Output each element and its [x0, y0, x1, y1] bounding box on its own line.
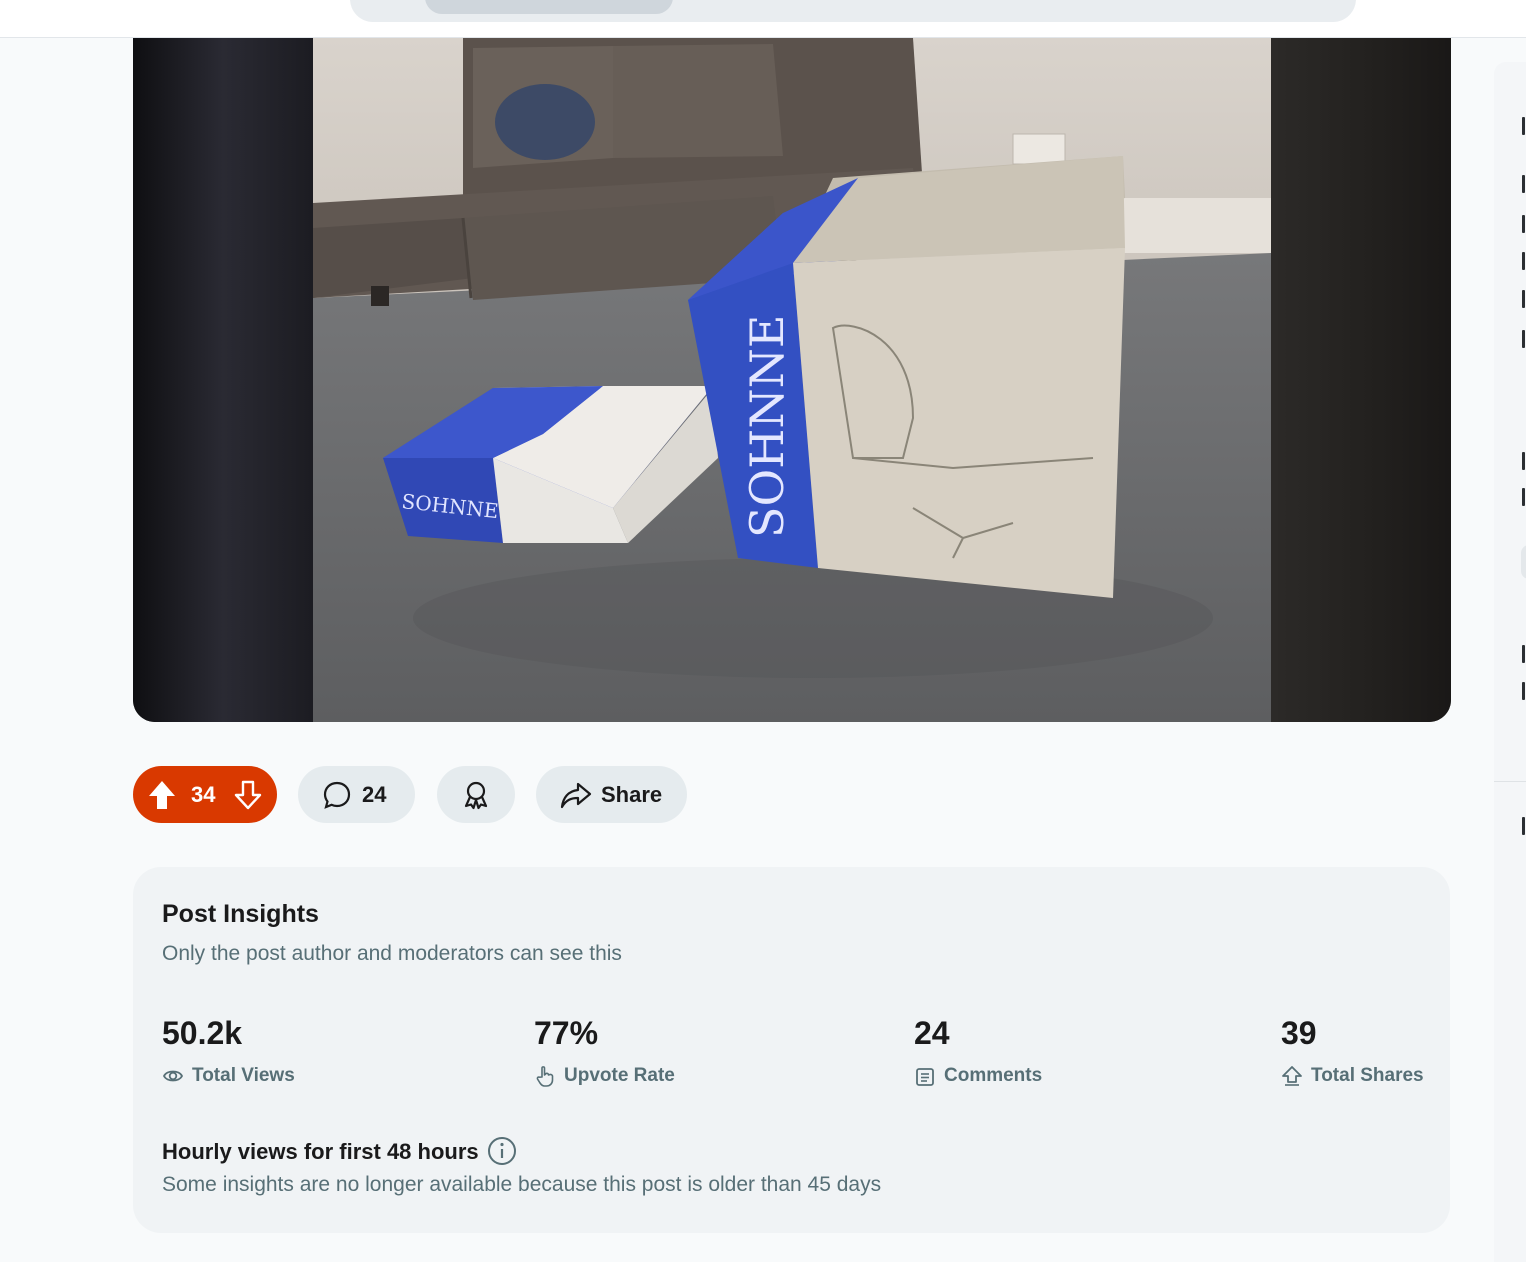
hourly-views-title: Hourly views for first 48 hours — [162, 1139, 479, 1164]
award-button[interactable] — [437, 766, 515, 823]
stat-label: Comments — [944, 1065, 1043, 1086]
comments-icon — [916, 1068, 934, 1086]
vote-count: 34 — [191, 782, 216, 807]
stat-total-shares: 39 Total Shares — [1281, 1015, 1424, 1086]
stat-value: 24 — [914, 1015, 950, 1051]
stat-label: Total Shares — [1311, 1065, 1424, 1086]
downvote-icon[interactable] — [233, 780, 263, 810]
sidebar-text-fragment — [1522, 817, 1525, 835]
share-label: Share — [601, 782, 663, 807]
sidebar-text-fragment — [1522, 488, 1525, 506]
stat-label: Upvote Rate — [564, 1065, 675, 1086]
sidebar-text-fragment — [1522, 215, 1525, 233]
sidebar-button-fragment[interactable] — [1521, 545, 1526, 579]
stat-upvote-rate: 77% Upvote Rate — [534, 1015, 675, 1087]
share-button[interactable]: Share — [536, 766, 687, 823]
post-image: SOHNNE SOHNNE — [313, 38, 1271, 722]
share-up-icon — [1282, 1066, 1302, 1086]
eye-icon — [162, 1070, 184, 1082]
sidebar-text-fragment — [1522, 117, 1525, 135]
sidebar-text-fragment — [1522, 175, 1525, 193]
stat-label: Total Views — [192, 1065, 295, 1086]
post-insights-panel: Post Insights Only the post author and m… — [133, 867, 1450, 1233]
info-icon[interactable] — [487, 1136, 517, 1166]
comment-count: 24 — [362, 782, 387, 807]
share-arrow-icon — [560, 782, 592, 809]
sidebar-text-fragment — [1522, 682, 1525, 700]
insights-subtitle: Only the post author and moderators can … — [162, 942, 622, 965]
stat-comments: 24 Comments — [914, 1015, 1042, 1086]
sidebar-text-fragment — [1522, 252, 1525, 270]
sidebar-text-fragment — [1522, 452, 1525, 470]
stat-value: 77% — [534, 1015, 599, 1051]
sidebar-divider — [1494, 781, 1526, 782]
media-blur-backdrop-left — [133, 38, 313, 722]
stat-value: 50.2k — [162, 1015, 243, 1051]
sidebar-text-fragment — [1522, 330, 1525, 348]
insights-title: Post Insights — [162, 900, 319, 928]
award-icon — [464, 781, 488, 810]
sidebar-text-fragment — [1522, 290, 1525, 308]
media-blur-backdrop-right — [1271, 38, 1451, 722]
hourly-views-notice: Some insights are no longer available be… — [162, 1173, 882, 1196]
sidebar-text-fragment — [1522, 645, 1525, 663]
comments-button[interactable]: 24 — [298, 766, 415, 823]
post-media[interactable]: SOHNNE SOHNNE — [133, 38, 1451, 722]
search-chip[interactable] — [425, 0, 673, 14]
upvote-icon[interactable] — [147, 780, 177, 810]
top-header — [0, 0, 1526, 38]
box-brand-text-large: SOHNNE — [740, 315, 794, 538]
stat-total-views: 50.2k Total Views — [162, 1015, 295, 1086]
hand-pointer-icon — [536, 1066, 554, 1087]
comment-bubble-icon — [323, 781, 351, 809]
stat-value: 39 — [1281, 1015, 1317, 1051]
vote-control: 34 — [133, 766, 277, 823]
